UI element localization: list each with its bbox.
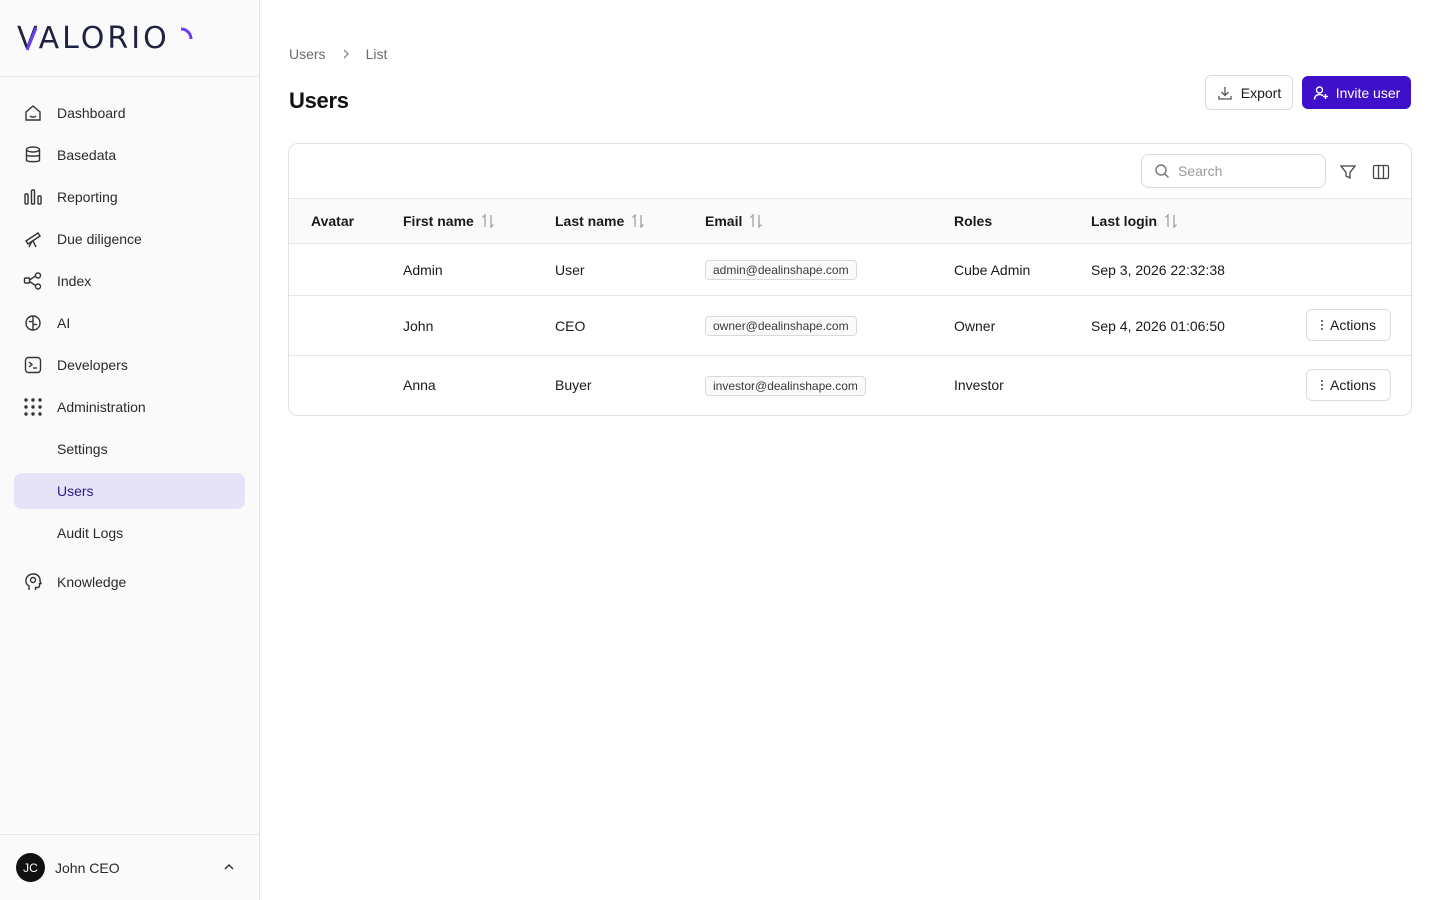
sidebar-item-label: Audit Logs [57, 525, 124, 541]
sidebar-item-administration[interactable]: Administration [14, 389, 245, 425]
sidebar-item-users[interactable]: Users [14, 473, 245, 509]
cell-email-chip: owner@dealinshape.com [705, 316, 857, 336]
users-table-card: Avatar First name Last name Email Roles … [288, 143, 1412, 416]
cell-email-chip: investor@dealinshape.com [705, 376, 866, 396]
sidebar-item-reporting[interactable]: Reporting [14, 179, 245, 215]
sidebar-item-index[interactable]: Index [14, 263, 245, 299]
breadcrumb: Users List [289, 46, 387, 62]
page-title: Users [289, 88, 349, 113]
sidebar-item-basedata[interactable]: Basedata [14, 137, 245, 173]
sidebar-item-label: Users [57, 483, 94, 499]
column-header-last-login[interactable]: Last login [1091, 213, 1179, 229]
cell-first-name: Anna [403, 377, 436, 393]
cell-first-name: John [403, 318, 434, 334]
bar-chart-icon [23, 187, 43, 207]
search-box [1141, 154, 1326, 188]
sidebar-item-audit-logs[interactable]: Audit Logs [14, 515, 245, 551]
column-header-roles: Roles [954, 213, 993, 229]
sidebar-item-label: Basedata [57, 147, 117, 163]
user-menu[interactable]: JC John CEO [0, 834, 259, 900]
chevron-up-icon[interactable] [221, 859, 237, 875]
sidebar-item-label: Administration [57, 399, 146, 415]
sidebar-item-label: Knowledge [57, 574, 127, 590]
sidebar-item-developers[interactable]: Developers [14, 347, 245, 383]
sidebar-item-label: Developers [57, 357, 128, 373]
column-header-first-name[interactable]: First name [403, 213, 496, 229]
sort-icon[interactable] [1163, 213, 1179, 229]
table-row[interactable]: John CEO owner@dealinshape.com Owner Sep… [289, 296, 1411, 356]
sidebar-item-label: Dashboard [57, 105, 126, 121]
export-label: Export [1240, 84, 1282, 101]
more-vertical-icon [1321, 379, 1324, 391]
table-toolbar [289, 144, 1411, 199]
actions-label: Actions [1330, 377, 1376, 393]
cell-role: Owner [954, 318, 996, 334]
download-icon [1218, 86, 1232, 100]
table-row[interactable]: Admin User admin@dealinshape.com Cube Ad… [289, 244, 1411, 296]
column-header-last-name[interactable]: Last name [555, 213, 646, 229]
breadcrumb-item-users[interactable]: Users [289, 46, 326, 62]
cell-last-login: Sep 4, 2026 01:06:50 [1091, 318, 1225, 334]
sidebar-item-ai[interactable]: AI [14, 305, 245, 341]
main-content: Users List Users Export Invite user Avat… [260, 0, 1440, 900]
cell-email-chip: admin@dealinshape.com [705, 260, 857, 280]
sidebar-item-label: Reporting [57, 189, 118, 205]
cell-role: Investor [954, 377, 1004, 393]
sort-icon[interactable] [748, 213, 764, 229]
row-actions-button[interactable]: Actions [1306, 309, 1391, 341]
cell-last-name: User [555, 262, 585, 278]
cell-last-name: Buyer [555, 377, 592, 393]
breadcrumb-item-list: List [365, 46, 388, 62]
grid-dots-icon [23, 397, 43, 417]
valorio-logo[interactable]: VALORIO [17, 21, 197, 56]
search-input[interactable] [1178, 163, 1318, 179]
invite-user-button[interactable]: Invite user [1302, 76, 1411, 109]
sidebar-item-label: Due diligence [57, 231, 142, 247]
sidebar-nav: Dashboard Basedata Reporting Due diligen… [0, 77, 259, 590]
sort-icon[interactable] [480, 213, 496, 229]
export-button[interactable]: Export [1205, 75, 1293, 110]
columns-icon[interactable] [1371, 162, 1391, 182]
home-icon [23, 103, 43, 123]
chevron-right-icon [340, 48, 352, 60]
terminal-icon [23, 355, 43, 375]
invite-user-label: Invite user [1335, 84, 1401, 101]
sidebar-item-label: Settings [57, 441, 108, 457]
brain-icon [23, 313, 43, 333]
sidebar-item-dashboard[interactable]: Dashboard [14, 95, 245, 131]
column-header-email[interactable]: Email [705, 213, 764, 229]
telescope-icon [23, 229, 43, 249]
head-icon [23, 572, 43, 592]
sidebar-item-knowledge[interactable]: Knowledge [14, 564, 245, 600]
avatar: JC [16, 853, 45, 882]
filter-icon[interactable] [1338, 162, 1358, 182]
database-icon [23, 145, 43, 165]
user-name: John CEO [55, 859, 120, 876]
search-icon [1155, 164, 1169, 178]
cell-last-name: CEO [555, 318, 586, 334]
sidebar: VALORIO Dashboard Basedata Reporting Due… [0, 0, 260, 900]
sidebar-item-label: Index [57, 273, 92, 289]
sort-icon[interactable] [630, 213, 646, 229]
sidebar-item-settings[interactable]: Settings [14, 431, 245, 467]
table-row[interactable]: Anna Buyer investor@dealinshape.com Inve… [289, 356, 1411, 415]
svg-text:VALORIO: VALORIO [17, 22, 170, 54]
cell-role: Cube Admin [954, 262, 1031, 278]
actions-label: Actions [1330, 317, 1376, 333]
sidebar-item-label: AI [57, 315, 71, 331]
cell-first-name: Admin [403, 262, 443, 278]
user-plus-icon [1313, 85, 1328, 100]
more-vertical-icon [1321, 319, 1324, 331]
row-actions-button[interactable]: Actions [1306, 369, 1391, 401]
cell-last-login: Sep 3, 2026 22:32:38 [1091, 262, 1225, 278]
column-header-avatar: Avatar [311, 213, 355, 229]
sidebar-item-due-diligence[interactable]: Due diligence [14, 221, 245, 257]
logo-area: VALORIO [0, 0, 259, 77]
table-header: Avatar First name Last name Email Roles … [289, 199, 1411, 244]
share-nodes-icon [23, 271, 43, 291]
